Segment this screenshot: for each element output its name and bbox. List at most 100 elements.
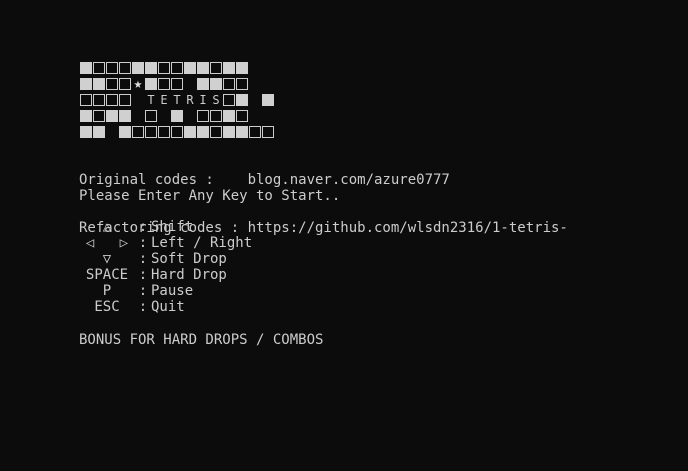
logo-empty-block [158,126,170,138]
logo-empty-block [93,94,105,106]
logo-empty-block [145,126,157,138]
control-desc: Quit [151,299,185,315]
logo-filled-block [223,110,235,122]
control-row-shift: △ : Shift [79,219,252,235]
control-key-space: SPACE [85,267,129,283]
logo-row [80,108,275,124]
logo-empty-block [223,78,235,90]
logo-blank-cell [184,78,196,90]
logo-filled-block [236,126,248,138]
logo-empty-block [158,78,170,90]
logo-empty-block [171,126,183,138]
logo-empty-block [106,94,118,106]
logo-filled-block [145,62,157,74]
logo-filled-block [80,110,92,122]
logo-filled-block [106,110,118,122]
logo-filled-block [93,126,105,138]
separator: : [138,267,148,283]
logo-filled-block [236,62,248,74]
logo-letter: S [212,93,220,107]
logo-filled-block [184,62,196,74]
logo-empty-block [249,126,261,138]
logo-blank-cell [184,110,196,122]
logo-empty-block [119,78,131,90]
logo-empty-block [93,62,105,74]
logo-filled-block [197,126,209,138]
logo-empty-block [236,110,248,122]
original-codes-line: Original codes : blog.naver.com/azure077… [79,172,450,188]
logo-empty-block [210,110,222,122]
tetris-logo: ★ T E T R I S [80,60,275,140]
logo-empty-block [210,126,222,138]
separator: : [138,219,148,235]
up-triangle-icon: △ [102,219,112,235]
logo-empty-block [197,110,209,122]
star-icon: ★ [133,76,143,92]
logo-empty-block [158,62,170,74]
control-desc: Left / Right [151,235,253,251]
logo-empty-block [119,94,131,106]
control-desc: Soft Drop [151,251,227,267]
logo-empty-block [132,126,144,138]
left-right-triangle-icon: ◁ ▷ [85,235,129,251]
logo-blank-cell [132,94,144,106]
control-row-left-right: ◁ ▷ : Left / Right [79,235,252,251]
logo-empty-block [171,78,183,90]
down-triangle-icon: ▽ [102,251,112,267]
logo-empty-block [223,94,235,106]
logo-filled-block [197,78,209,90]
logo-filled-block [197,62,209,74]
logo-filled-block [223,126,235,138]
logo-row: TETRIS [80,92,275,108]
logo-filled-block [119,110,131,122]
logo-letter: T [173,93,181,107]
logo-filled-block [210,78,222,90]
control-row-pause: P : Pause [79,283,252,299]
separator: : [138,251,148,267]
logo-filled-block [93,78,105,90]
logo-empty-block [210,62,222,74]
logo-filled-block [80,78,92,90]
control-row-quit: ESC : Quit [79,299,252,315]
control-row-soft-drop: ▽ : Soft Drop [79,251,252,267]
logo-row [80,60,275,76]
logo-letter: I [199,93,207,107]
control-desc: Hard Drop [151,267,227,283]
logo-filled-block [262,94,274,106]
logo-filled-block [80,62,92,74]
controls-list: △ : Shift ◁ ▷ : Left / Right ▽ : Soft Dr… [79,219,252,315]
logo-empty-block [145,110,157,122]
control-row-hard-drop: SPACE : Hard Drop [79,267,252,283]
logo-blank-cell [249,94,261,106]
logo-empty-block [262,126,274,138]
logo-filled-block [223,62,235,74]
logo-blank-cell [106,126,118,138]
logo-filled-block [132,62,144,74]
control-key-p: P [102,283,112,299]
logo-filled-block [145,78,157,90]
logo-empty-block [236,78,248,90]
logo-row [80,124,275,140]
logo-filled-block [80,126,92,138]
start-prompt: Please Enter Any Key to Start.. [79,188,341,204]
logo-empty-block [106,62,118,74]
separator: : [138,283,148,299]
logo-row: ★ [80,76,275,92]
logo-blank-cell [132,110,144,122]
control-desc: Shift [151,219,194,235]
control-desc: Pause [151,283,194,299]
logo-letter: E [160,93,168,107]
logo-blank-cell [158,110,170,122]
logo-empty-block [80,94,92,106]
logo-empty-block [93,110,105,122]
separator: : [138,299,148,315]
logo-filled-block [184,126,196,138]
logo-filled-block [171,110,183,122]
separator: : [138,235,148,251]
logo-filled-block [119,126,131,138]
logo-filled-block [236,94,248,106]
logo-letter: T [147,93,155,107]
logo-empty-block [106,78,118,90]
logo-letter: R [186,93,194,107]
bonus-text: BONUS FOR HARD DROPS / COMBOS [79,332,324,348]
